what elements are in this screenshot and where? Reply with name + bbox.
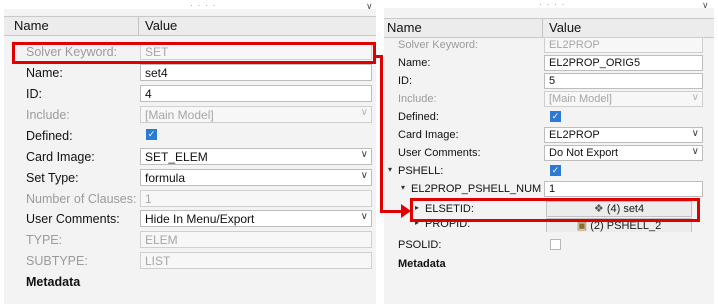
value-column-header: Value <box>145 18 178 33</box>
row-metadata: Metadata <box>4 272 376 292</box>
name-label: Name: <box>398 57 431 69</box>
row-id: ID: 5 <box>384 72 714 90</box>
row-el2prop-pshell-num: ▾ EL2PROP_PSHELL_NUM =: 1 <box>384 180 714 198</box>
id-field[interactable]: 4 <box>140 85 372 102</box>
row-name: Name: set4 <box>4 63 376 83</box>
user-comments-dropdown[interactable]: Do Not Export ∨ <box>544 145 703 161</box>
panel-grip[interactable]: · · · · <box>539 0 566 9</box>
chevron-down-icon: ∨ <box>691 128 699 139</box>
set-type-dropdown[interactable]: formula ∨ <box>140 169 372 186</box>
user-comments-dropdown[interactable]: Hide In Menu/Export ∨ <box>140 210 372 227</box>
solver-keyword-value: EL2PROP <box>544 37 703 53</box>
include-dropdown: [Main Model] ∨ <box>544 91 703 107</box>
collapse-chevron-icon[interactable]: ∨ <box>366 1 373 12</box>
chevron-down-icon: ∨ <box>691 146 699 157</box>
pshell-checkbox[interactable]: ✓ <box>550 165 561 176</box>
chevron-down-icon: ∨ <box>360 107 368 118</box>
el2prop-pshell-num-field[interactable]: 1 <box>544 181 703 197</box>
card-image-dropdown[interactable]: EL2PROP ∨ <box>544 127 703 143</box>
subtype-value: LIST <box>140 252 372 269</box>
name-label: Name: <box>26 66 63 80</box>
number-of-clauses-label: Number of Clauses: <box>26 192 137 206</box>
psolid-label: PSOLID: <box>398 239 442 251</box>
row-id: ID: 4 <box>4 84 376 104</box>
defined-label: Defined: <box>398 111 439 123</box>
row-psolid: PSOLID: ✓ <box>384 236 714 254</box>
column-header: Name Value <box>4 16 376 36</box>
column-divider[interactable] <box>542 19 543 37</box>
row-number-of-clauses: Number of Clauses: 1 <box>4 189 376 209</box>
defined-checkbox[interactable]: ✓ <box>550 111 561 122</box>
row-card-image: Card Image: SET_ELEM ∨ <box>4 147 376 167</box>
row-card-image: Card Image: EL2PROP ∨ <box>384 126 714 144</box>
id-label: ID: <box>398 75 413 87</box>
solver-keyword-label: Solver Keyword: <box>398 39 479 51</box>
collapse-chevron-icon[interactable]: ∨ <box>702 0 709 11</box>
chevron-down-icon: ∨ <box>691 92 699 103</box>
row-type: TYPE: ELEM <box>4 230 376 250</box>
annotation-connector-vertical <box>380 55 383 213</box>
number-of-clauses-value: 1 <box>140 190 372 207</box>
metadata-label: Metadata <box>398 258 446 270</box>
name-field[interactable]: set4 <box>140 64 372 81</box>
include-label: Include: <box>26 108 70 122</box>
defined-label: Defined: <box>26 129 73 143</box>
card-image-label: Card Image: <box>398 129 459 141</box>
value-column-header: Value <box>549 20 582 35</box>
chevron-down-icon: ∨ <box>360 211 368 222</box>
id-label: ID: <box>26 87 42 101</box>
subtype-label: SUBTYPE: <box>26 254 88 268</box>
row-defined: Defined: ✓ <box>4 126 376 146</box>
set-type-label: Set Type: <box>26 171 79 185</box>
row-include: Include: [Main Model] ∨ <box>4 105 376 125</box>
type-label: TYPE: <box>26 233 63 247</box>
row-defined: Defined: ✓ <box>384 108 714 126</box>
defined-checkbox[interactable]: ✓ <box>146 129 157 140</box>
include-dropdown: [Main Model] ∨ <box>140 106 372 123</box>
panel-grip[interactable]: · · · · <box>190 0 217 10</box>
row-user-comments: User Comments: Hide In Menu/Export ∨ <box>4 209 376 229</box>
user-comments-label: User Comments: <box>398 147 481 159</box>
name-column-header: Name <box>387 20 422 35</box>
column-header: Name Value <box>384 18 714 38</box>
row-subtype: SUBTYPE: LIST <box>4 251 376 271</box>
chevron-down-icon: ∨ <box>360 170 368 181</box>
psolid-checkbox[interactable]: ✓ <box>550 239 561 250</box>
id-field[interactable]: 5 <box>544 73 703 89</box>
type-value: ELEM <box>140 231 372 248</box>
row-user-comments: User Comments: Do Not Export ∨ <box>384 144 714 162</box>
highlight-solver-keyword-box <box>12 42 376 64</box>
name-field[interactable]: EL2PROP_ORIG5 <box>544 55 703 71</box>
user-comments-label: User Comments: <box>26 212 120 226</box>
row-solver-keyword: Solver Keyword: EL2PROP <box>384 36 714 54</box>
chevron-down-icon: ∨ <box>360 149 368 160</box>
highlight-elsetid-box <box>410 198 700 222</box>
triangle-expand-icon[interactable]: ▾ <box>401 183 405 192</box>
row-metadata: Metadata <box>384 255 714 273</box>
pshell-label: PSHELL: <box>398 165 444 177</box>
annotation-connector-to-elsetid <box>380 210 402 213</box>
name-column-header: Name <box>14 18 49 33</box>
row-include: Include: [Main Model] ∨ <box>384 90 714 108</box>
row-name: Name: EL2PROP_ORIG5 <box>384 54 714 72</box>
metadata-label: Metadata <box>26 275 81 289</box>
include-label: Include: <box>398 93 437 105</box>
triangle-expand-icon[interactable]: ▾ <box>388 165 392 174</box>
el2prop-pshell-num-label: EL2PROP_PSHELL_NUM =: <box>411 183 554 195</box>
row-set-type: Set Type: formula ∨ <box>4 168 376 188</box>
row-pshell: ▾ PSHELL: ✓ <box>384 162 714 180</box>
right-entity-editor: · · · · ∨ Name Value Solver Keyword: EL2… <box>384 0 714 304</box>
card-image-dropdown[interactable]: SET_ELEM ∨ <box>140 148 372 165</box>
card-image-label: Card Image: <box>26 150 95 164</box>
column-divider[interactable] <box>138 17 139 35</box>
